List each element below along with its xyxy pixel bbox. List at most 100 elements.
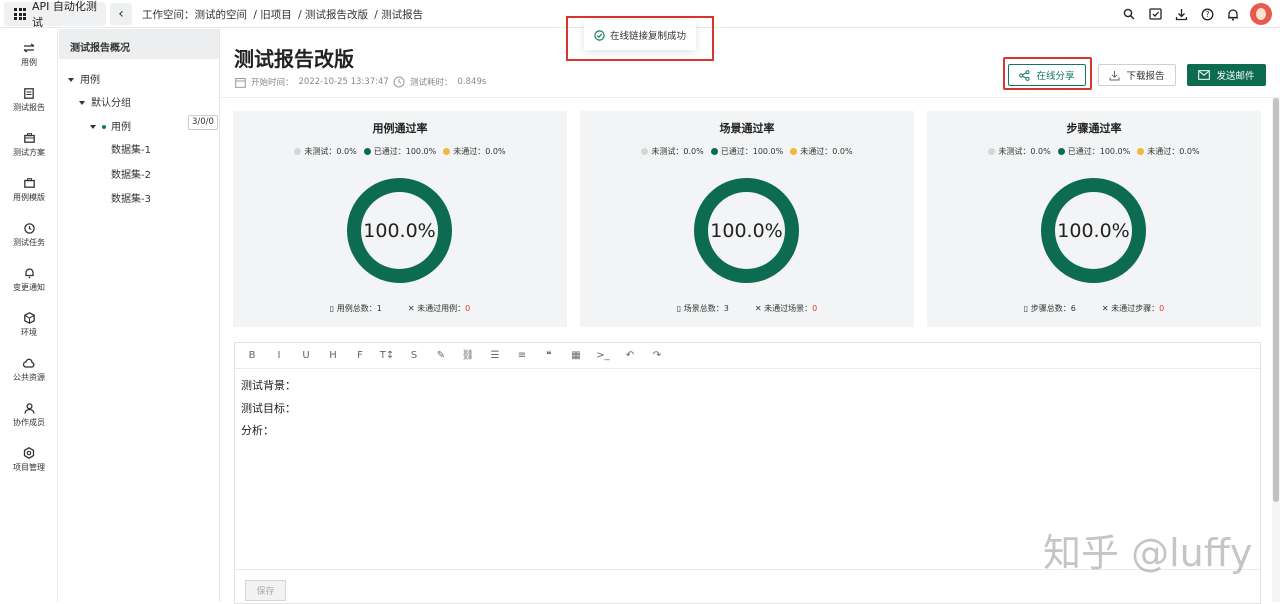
nav-item-notifications[interactable]: 变更通知 <box>0 266 58 293</box>
legend-failed: 未通过：0.0% <box>443 146 506 157</box>
undo-icon[interactable]: ↶ <box>623 349 637 363</box>
quote-icon[interactable]: ❝ <box>542 349 556 363</box>
nav-label: 变更通知 <box>13 283 45 292</box>
nav-item-environment[interactable]: 环境 <box>0 311 58 338</box>
breadcrumb-workspace[interactable]: 工作空间：测试的空间 <box>142 9 247 21</box>
start-time-label: 开始时间： <box>251 78 294 88</box>
status-dot-icon <box>102 125 106 129</box>
nav-label: 测试报告 <box>13 103 45 112</box>
breadcrumb-report-group[interactable]: / 测试报告改版 <box>298 9 368 21</box>
tree-node-label: 默认分组 <box>91 98 131 109</box>
clear-format-icon[interactable]: F <box>353 349 367 363</box>
nav-label: 用例模版 <box>13 193 45 202</box>
briefcase-icon <box>0 131 58 145</box>
left-nav: 用例 测试报告 测试方案 用例模版 测试任务 变更通知 环境 公共资源 协作成员… <box>0 29 58 602</box>
card-footer: ▯ 步骤总数：6 ✕ 未通过步骤：0 <box>927 303 1261 314</box>
legend-passed: 已通过：100.0% <box>710 146 783 157</box>
tree-node-root[interactable]: 用例 <box>68 71 100 86</box>
editor-line[interactable]: 测试目标： <box>241 400 296 416</box>
tree-node-label: 用例 <box>111 122 131 133</box>
nav-item-project-settings[interactable]: 项目管理 <box>0 446 58 473</box>
table-icon[interactable]: ▦ <box>569 349 583 363</box>
nav-label: 环境 <box>21 328 37 337</box>
nav-item-resources[interactable]: 公共资源 <box>0 356 58 383</box>
breadcrumb: 工作空间：测试的空间 / 旧项目 / 测试报告改版 / 测试报告 <box>142 7 426 22</box>
app-grid-icon <box>14 8 26 20</box>
top-actions: ? <box>1120 3 1272 25</box>
failed-count: ✕ 未通过用例：0 <box>407 304 471 313</box>
save-button[interactable]: 保存 <box>245 580 286 601</box>
share-online-button[interactable]: 在线分享 <box>1008 64 1086 86</box>
italic-icon[interactable]: I <box>272 349 286 363</box>
card-title: 用例通过率 <box>372 122 428 135</box>
legend-failed: 未通过：0.0% <box>790 146 853 157</box>
help-icon[interactable]: ? <box>1198 4 1216 24</box>
bell-icon[interactable] <box>1224 4 1242 24</box>
total-count: ▯ 场景总数：3 <box>676 304 729 313</box>
case-tree-panel: 测试报告概况 用例 默认分组 用例 3/0/0 数据集-1 数据集-2 数据集-… <box>59 29 220 602</box>
toast-text: 在线链接复制成功 <box>609 31 686 42</box>
brush-icon[interactable]: ✎ <box>434 349 448 363</box>
mail-icon <box>1198 70 1211 80</box>
inbox-check-icon[interactable] <box>1146 4 1164 24</box>
cube-icon <box>0 311 58 325</box>
app-switcher-button[interactable]: API 自动化测试 <box>4 0 106 29</box>
send-email-button[interactable]: 发送邮件 <box>1187 64 1266 86</box>
legend-untested: 未测试：0.0% <box>641 146 704 157</box>
nav-label: 测试任务 <box>13 238 45 247</box>
caret-down-icon <box>68 78 74 82</box>
nav-item-reports[interactable]: 测试报告 <box>0 86 58 113</box>
nav-item-members[interactable]: 协作成员 <box>0 401 58 428</box>
editor-toolbar: B I U H F T↕ S ✎ ⛓ ☰ ≡ ❝ ▦ >_ ↶ ↷ <box>235 343 1260 369</box>
settings-icon <box>0 446 58 460</box>
tree-node-label: 用例 <box>80 75 100 86</box>
download-report-button[interactable]: 下载报告 <box>1098 64 1176 86</box>
legend-passed: 已通过：100.0% <box>1057 146 1130 157</box>
start-time-value: 2022-10-25 13:37:47 <box>298 77 389 87</box>
duration-label: 测试耗时： <box>410 78 453 88</box>
underline-icon[interactable]: U <box>299 349 313 363</box>
nav-label: 用例 <box>21 58 37 67</box>
editor-line[interactable]: 测试背景： <box>241 377 296 393</box>
nav-item-templates[interactable]: 用例模版 <box>0 176 58 203</box>
duration-value: 0.849s <box>457 77 487 87</box>
code-icon[interactable]: >_ <box>596 349 610 363</box>
tree-node-case[interactable]: 用例 <box>90 118 131 133</box>
tree-node-group[interactable]: 默认分组 <box>79 94 131 109</box>
caret-down-icon <box>90 125 96 129</box>
search-icon[interactable] <box>1120 4 1138 24</box>
avatar[interactable] <box>1250 3 1272 25</box>
download-icon[interactable] <box>1172 4 1190 24</box>
link-icon[interactable]: ⛓ <box>461 349 475 363</box>
nav-item-plans[interactable]: 测试方案 <box>0 131 58 158</box>
chart-legend: 未测试：0.0% 已通过：100.0% 未通过：0.0% <box>580 146 914 157</box>
scrollbar[interactable] <box>1272 98 1280 602</box>
bold-icon[interactable]: B <box>245 349 259 363</box>
nav-label: 公共资源 <box>13 373 45 382</box>
scrollbar-thumb[interactable] <box>1273 98 1279 502</box>
swap-icon <box>0 41 58 55</box>
breadcrumb-project[interactable]: / 旧项目 <box>253 9 291 21</box>
card-footer: ▯ 用例总数：1 ✕ 未通过用例：0 <box>233 303 567 314</box>
editor-line[interactable]: 分析： <box>241 422 274 438</box>
redo-icon[interactable]: ↷ <box>650 349 664 363</box>
nav-label: 测试方案 <box>13 148 45 157</box>
tree-node-dataset[interactable]: 数据集-1 <box>111 141 151 156</box>
nav-item-tasks[interactable]: 测试任务 <box>0 221 58 248</box>
back-button[interactable]: ‹ <box>110 3 132 25</box>
tree-node-dataset[interactable]: 数据集-3 <box>111 190 151 205</box>
tree-node-dataset[interactable]: 数据集-2 <box>111 166 151 181</box>
nav-label: 协作成员 <box>13 418 45 427</box>
duration: 测试耗时： 0.849s <box>393 76 486 88</box>
bullet-list-icon[interactable]: ☰ <box>488 349 502 363</box>
heading-icon[interactable]: H <box>326 349 340 363</box>
card-title: 场景通过率 <box>719 122 775 135</box>
align-icon[interactable]: ≡ <box>515 349 529 363</box>
font-size-icon[interactable]: T↕ <box>380 349 395 363</box>
strikethrough-icon[interactable]: S <box>407 349 421 363</box>
nav-item-cases[interactable]: 用例 <box>0 41 58 68</box>
tree-header[interactable]: 测试报告概况 <box>59 29 219 59</box>
legend-failed: 未通过：0.0% <box>1137 146 1200 157</box>
start-time: 开始时间： 2022-10-25 13:37:47 <box>235 76 389 88</box>
clock-icon <box>0 221 58 235</box>
